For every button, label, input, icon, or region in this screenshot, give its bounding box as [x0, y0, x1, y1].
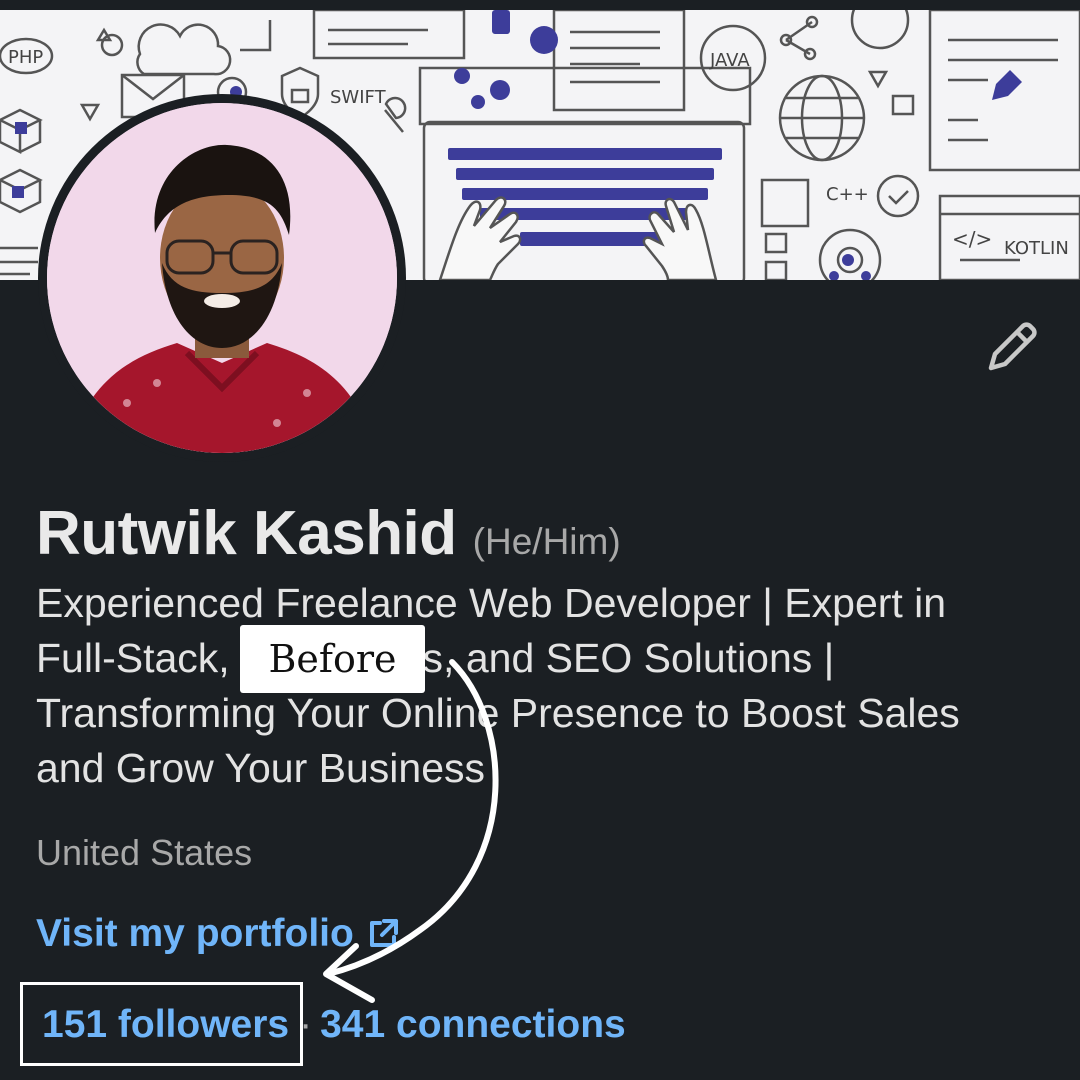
profile-name: Rutwik Kashid: [36, 499, 457, 568]
portfolio-link[interactable]: Visit my portfolio: [36, 912, 400, 956]
followers-highlight-box: [20, 982, 303, 1066]
profile-pronouns: (He/Him): [472, 521, 621, 562]
connections-count[interactable]: 341 connections: [320, 1003, 626, 1047]
banner-label-php: PHP: [8, 47, 43, 68]
before-annotation-label: Before: [240, 625, 425, 693]
portfolio-link-label: Visit my portfolio: [36, 912, 354, 955]
bottom-strip: [0, 1072, 1080, 1080]
banner-label-code: </>: [952, 227, 992, 251]
banner-label-swift: SWIFT: [330, 87, 387, 108]
avatar-photo: [47, 103, 397, 453]
profile-location: United States: [36, 832, 253, 873]
edit-profile-button[interactable]: [978, 315, 1044, 381]
name-row: Rutwik Kashid (He/Him): [36, 498, 621, 570]
profile-headline: Experienced Freelance Web Developer | Ex…: [36, 580, 960, 791]
pencil-icon: [988, 322, 1037, 371]
external-link-icon: [366, 917, 400, 951]
avatar[interactable]: [47, 103, 397, 453]
banner-label-cpp: C++: [826, 184, 869, 205]
banner-label-java: JAVA: [709, 50, 750, 71]
banner-label-kotlin: KOTLIN: [1004, 238, 1069, 259]
top-bar: [0, 0, 1080, 10]
